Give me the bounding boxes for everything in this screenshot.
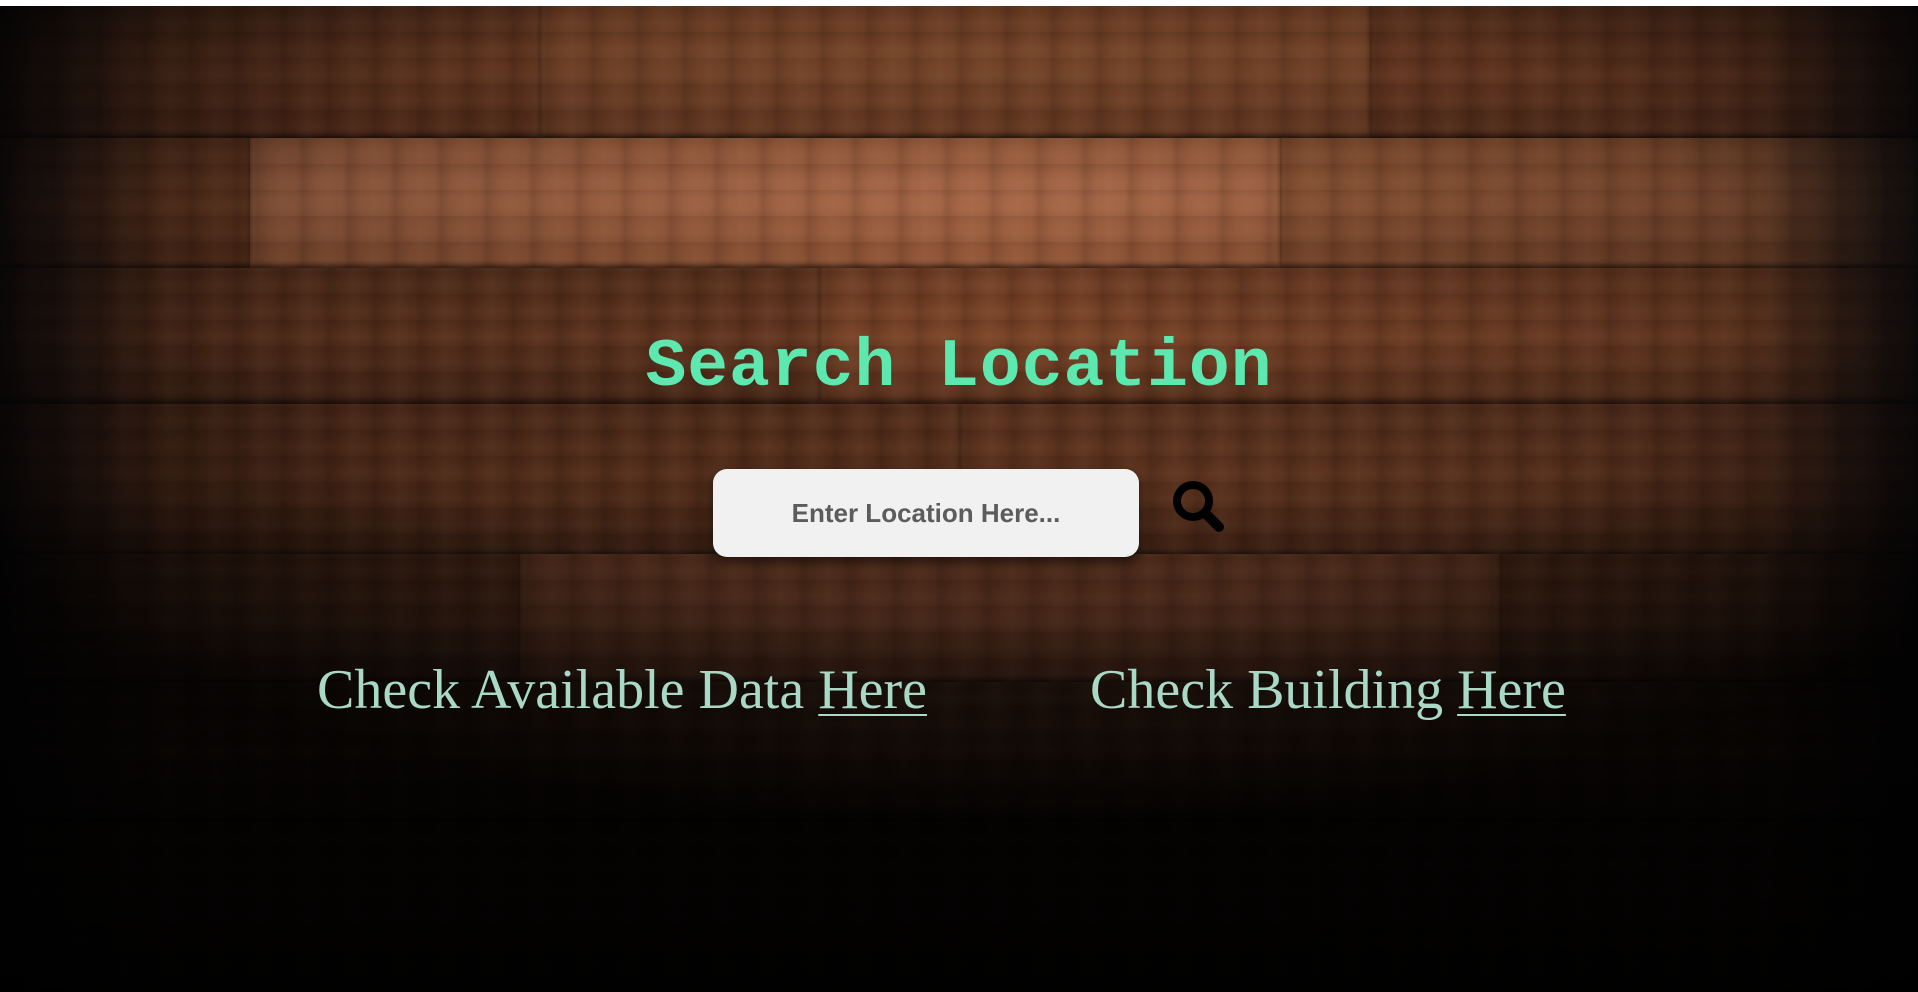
plank <box>0 6 540 138</box>
plank <box>1370 6 1918 138</box>
check-data-text: Check Available Data Here <box>317 655 927 725</box>
check-data-label: Check Available Data <box>317 659 819 721</box>
check-building-link[interactable]: Here <box>1457 659 1566 721</box>
page-title: Search Location <box>645 329 1273 406</box>
check-data-link[interactable]: Here <box>818 659 927 721</box>
plank <box>540 6 1370 138</box>
check-building-label: Check Building <box>1090 659 1458 721</box>
plank <box>250 138 1280 268</box>
plank <box>1280 138 1918 268</box>
search-button[interactable] <box>1165 473 1237 545</box>
plank <box>1320 822 1918 992</box>
links-row: Check Available Data Here Check Building… <box>0 655 1918 725</box>
location-search-input[interactable] <box>713 469 1139 557</box>
page: Search Location Check Available Data Her… <box>0 0 1918 992</box>
plank <box>0 138 250 268</box>
plank-row <box>0 138 1918 268</box>
check-building-text: Check Building Here <box>1090 655 1566 725</box>
search-bar <box>713 469 1233 557</box>
plank <box>0 822 1320 992</box>
plank-row <box>0 822 1918 992</box>
search-icon <box>1173 481 1224 532</box>
plank-row <box>0 6 1918 138</box>
